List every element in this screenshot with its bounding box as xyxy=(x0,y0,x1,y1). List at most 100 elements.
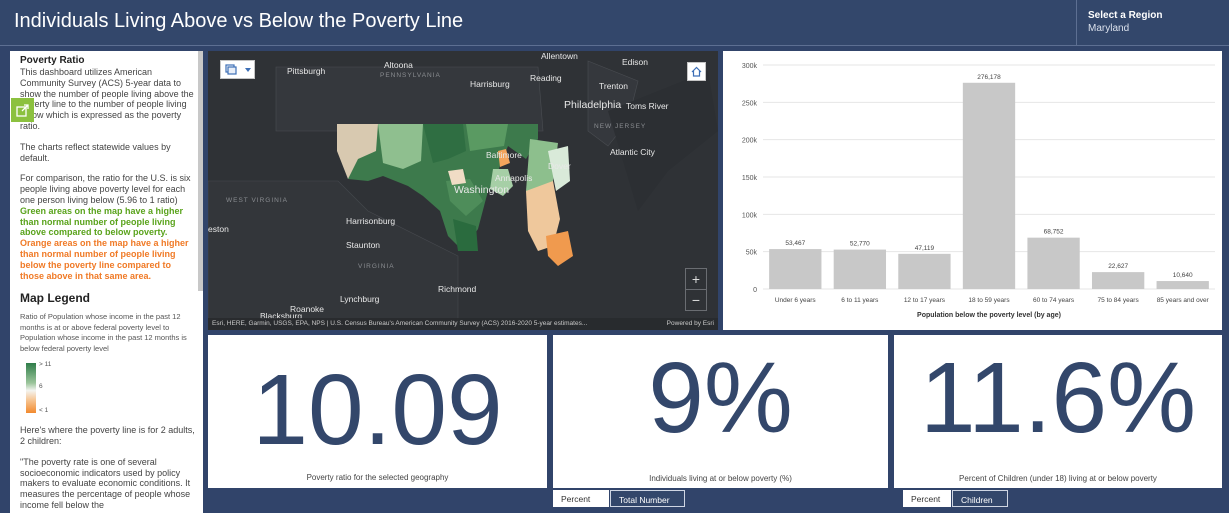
y-tick-label: 0 xyxy=(753,287,757,294)
individuals-caption: Individuals living at or below poverty (… xyxy=(649,474,792,483)
x-tick-label: 60 to 74 years xyxy=(1033,297,1075,304)
page-title: Individuals Living Above vs Below the Po… xyxy=(14,10,464,32)
x-tick-label: 85 years and over xyxy=(1157,297,1210,304)
powered-by-esri-link[interactable]: Powered by Esri xyxy=(667,320,714,327)
chart-svg: 0 50k 100k 150k 200k 250k 300k 53,467 Under 6 ye… xyxy=(742,63,1215,319)
home-icon xyxy=(691,66,702,77)
x-tick-label: Under 6 years xyxy=(775,297,817,304)
map-label-trenton: Trenton xyxy=(599,81,628,91)
map-label-allentown: Allentown xyxy=(541,51,578,61)
zoom-out-button[interactable]: − xyxy=(686,290,706,310)
legend-heading: Map Legend xyxy=(20,291,91,306)
map-label-harrisburg: Harrisburg xyxy=(470,79,510,89)
map-label-pittsburgh: Pittsburgh xyxy=(287,66,326,76)
chevron-down-icon xyxy=(245,68,251,72)
y-tick-label: 50k xyxy=(746,250,758,257)
map-label-baltimore: Baltimore xyxy=(486,150,522,160)
map-label-reading: Reading xyxy=(530,73,562,83)
basemap-icon xyxy=(225,64,237,75)
map-label-west-virginia: WEST VIRGINIA xyxy=(226,197,288,204)
legend-color-ramp xyxy=(26,363,36,414)
bar-data-label: 52,770 xyxy=(850,241,870,248)
chart-bar xyxy=(769,249,822,289)
y-tick-label: 300k xyxy=(742,63,758,70)
individuals-value: 9% xyxy=(648,342,793,454)
children-caption: Percent of Children (under 18) living at… xyxy=(959,474,1157,483)
y-tick-label: 250k xyxy=(742,100,758,107)
region-selector-label: Select a Region xyxy=(1088,10,1163,21)
children-card: 11.6% Percent of Children (under 18) liv… xyxy=(894,335,1222,488)
sidebar-scrollbar[interactable] xyxy=(198,51,203,291)
map-label-toms-river: Toms River xyxy=(626,101,669,111)
header-bar: Individuals Living Above vs Below the Po… xyxy=(0,0,1229,46)
poverty-line-text: Here's where the poverty line is for 2 a… xyxy=(20,425,195,447)
tab-individuals-percent[interactable]: Percent xyxy=(553,490,609,507)
quote-text: "The poverty rate is one of several soci… xyxy=(20,456,191,511)
map-label-virginia: VIRGINIA xyxy=(358,263,395,270)
chart-bar xyxy=(962,82,1016,289)
y-tick-label: 100k xyxy=(742,212,758,219)
basemap-toggle-button[interactable] xyxy=(220,60,255,79)
chart-bar xyxy=(1091,272,1145,289)
tab-children[interactable]: Children xyxy=(952,490,1008,507)
x-tick-label: 18 to 59 years xyxy=(968,297,1010,304)
region-selector[interactable]: Select a Region Maryland xyxy=(1076,0,1229,46)
map-attribution: Esri, HERE, Garmin, USGS, EPA, NPS | U.S… xyxy=(208,318,718,330)
bar-data-label: 276,178 xyxy=(977,74,1001,81)
share-icon xyxy=(16,103,29,117)
x-axis-label: Population below the poverty level (by a… xyxy=(917,312,1061,319)
zoom-controls: + − xyxy=(685,268,707,311)
children-tabs: Percent Children xyxy=(903,490,1223,507)
map-legend: > 11 6 < 1 xyxy=(20,361,195,417)
zoom-in-button[interactable]: + xyxy=(686,269,706,290)
map-label-annapolis: Annapolis xyxy=(495,173,533,183)
home-button[interactable] xyxy=(687,62,706,81)
legend-low: < 1 xyxy=(39,407,49,415)
children-value: 11.6% xyxy=(919,342,1197,454)
tab-children-percent[interactable]: Percent xyxy=(903,490,951,507)
region-selector-value[interactable]: Maryland xyxy=(1088,23,1217,34)
orange-area-text: Orange areas on the map have a higher th… xyxy=(20,238,189,281)
map-label-pennsylvania: PENNSYLVANIA xyxy=(380,72,441,79)
sidebar-comparison: For comparison, the ratio for the U.S. i… xyxy=(20,173,195,281)
map-label-richmond: Richmond xyxy=(438,284,477,294)
y-tick-label: 150k xyxy=(742,175,758,182)
ratio-caption: Poverty ratio for the selected geography xyxy=(306,473,449,482)
map-label-edison: Edison xyxy=(622,57,648,67)
x-tick-label: 12 to 17 years xyxy=(904,297,946,304)
ratio-value: 10.09 xyxy=(252,354,503,466)
map-label-new-jersey: NEW JERSEY xyxy=(594,123,647,130)
attribution-text: Esri, HERE, Garmin, USGS, EPA, NPS | U.S… xyxy=(212,320,588,327)
map-label-altoona: Altoona xyxy=(384,60,413,70)
sidebar-heading: Poverty Ratio xyxy=(20,55,85,66)
chart-bar xyxy=(833,249,887,289)
x-tick-label: 75 to 84 years xyxy=(1098,297,1140,304)
bar-data-label: 10,640 xyxy=(1173,272,1193,279)
green-area-text: Green areas on the map have a higher tha… xyxy=(20,205,184,238)
age-bar-chart: 0 50k 100k 150k 200k 250k 300k 53,467 Under 6 ye… xyxy=(723,51,1222,330)
bar-data-label: 22,627 xyxy=(1108,263,1128,270)
share-button[interactable] xyxy=(11,98,34,122)
sidebar-intro: This dashboard utilizes American Communi… xyxy=(20,67,194,131)
poverty-ratio-map[interactable]: + − Pittsburgh Altoona PENNSYLVANIA Harr… xyxy=(208,51,718,330)
y-tick-label: 200k xyxy=(742,138,758,145)
chart-bar xyxy=(1156,281,1209,289)
bar-data-label: 47,119 xyxy=(915,245,935,252)
sidebar-statewide: The charts reflect statewide values by d… xyxy=(20,141,171,163)
chart-bar xyxy=(1027,237,1080,289)
legend-high: > 11 xyxy=(39,361,52,369)
map-label-staunton: Staunton xyxy=(346,240,381,250)
map-label-philadelphia: Philadelphia xyxy=(564,99,622,111)
x-tick-label: 6 to 11 years xyxy=(841,297,879,304)
individuals-card: 9% Individuals living at or below povert… xyxy=(553,335,888,488)
map-label-atlantic-city: Atlantic City xyxy=(610,147,655,157)
comparison-text: For comparison, the ratio for the U.S. i… xyxy=(20,173,191,205)
map-label-harrisonburg: Harrisonburg xyxy=(346,216,396,226)
map-label-dover: Dover xyxy=(548,161,571,171)
bar-data-label: 68,752 xyxy=(1044,229,1064,236)
legend-mid: 6 xyxy=(39,383,43,391)
legend-description: Ratio of Population whose income in the … xyxy=(20,311,187,354)
map-label-eston: eston xyxy=(208,224,229,234)
tab-individuals-total-number[interactable]: Total Number xyxy=(610,490,685,507)
info-sidebar: Poverty Ratio This dashboard utilizes Am… xyxy=(10,51,203,513)
